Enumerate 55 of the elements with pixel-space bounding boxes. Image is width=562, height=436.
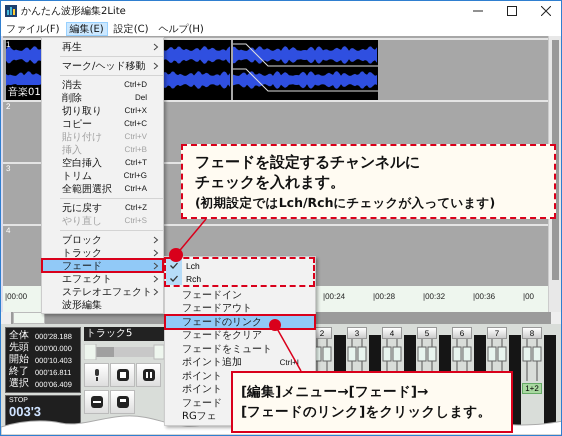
clip-name: 音楽01 bbox=[8, 84, 41, 99]
menu-item[interactable]: コピー Ctrl+C bbox=[42, 117, 163, 130]
menu-item[interactable]: Rch bbox=[166, 272, 313, 285]
menu-item[interactable]: 波形編集 bbox=[42, 298, 163, 311]
menu-item[interactable]: エフェクト bbox=[42, 272, 163, 285]
menu-item[interactable]: 消去 Ctrl+D bbox=[42, 78, 163, 91]
channel-number: 4 bbox=[382, 327, 402, 339]
menu-bar-item[interactable]: 編集(E) bbox=[66, 22, 108, 36]
info-label: 先頭 bbox=[9, 342, 30, 354]
menu-item[interactable]: フェードイン bbox=[165, 288, 315, 302]
callout-text: フェードを設定するチャンネルに チェックを入れます。 bbox=[195, 152, 421, 192]
menu-item[interactable]: 元に戻す Ctrl+Z bbox=[42, 201, 163, 214]
track-number: 2 bbox=[6, 102, 10, 111]
menu-item[interactable]: 空白挿入 Ctrl+T bbox=[42, 156, 163, 169]
info-label: 選択 bbox=[9, 378, 30, 390]
window-title: かんたん波形編集2Lite bbox=[21, 4, 127, 18]
menu-item[interactable]: 全範囲選択 Ctrl+A bbox=[42, 182, 163, 195]
channel-number: 3 bbox=[347, 327, 367, 339]
channel-number: 5 bbox=[417, 327, 437, 339]
menu-item[interactable]: 切り取り Ctrl+X bbox=[42, 104, 163, 117]
info-label: 終了 bbox=[9, 366, 30, 378]
menu-item[interactable]: フェードアウト bbox=[165, 302, 315, 315]
menu-item-label: Lch bbox=[186, 260, 200, 270]
channel-number: 7 bbox=[487, 327, 507, 339]
ruler-label: |00:32 bbox=[423, 292, 446, 301]
menu-item[interactable]: 削除 Del bbox=[42, 91, 163, 104]
track-number: 3 bbox=[6, 164, 10, 173]
menu-bar-item[interactable]: ファイル(F) bbox=[2, 22, 64, 36]
info-label: 全体 bbox=[9, 330, 30, 342]
menu-item[interactable]: マーク/ヘッド移動 bbox=[42, 59, 163, 72]
menu-item[interactable]: ステレオエフェクト bbox=[42, 285, 163, 298]
ruler-label: |00:00 bbox=[5, 292, 28, 301]
track-number: 1 bbox=[6, 40, 10, 49]
time-readout: 003'3 bbox=[9, 404, 42, 419]
ruler-label: |00:28 bbox=[373, 292, 396, 301]
callout-note: (初期設定ではLch/Rchにチェックが入っています) bbox=[195, 194, 496, 212]
menu-item-label: Rch bbox=[186, 274, 202, 284]
menu-bar-item[interactable]: ヘルプ(H) bbox=[154, 22, 208, 36]
channel-mode-label: 1+2 bbox=[522, 383, 542, 394]
ruler-label: |00:24 bbox=[323, 292, 346, 301]
menu-item[interactable]: フェードのリンク bbox=[165, 315, 315, 328]
menu-item[interactable]: トラック bbox=[42, 246, 163, 259]
menu-item[interactable]: フェード bbox=[42, 259, 163, 272]
callout-text: [編集]メニュー→[フェード]→ [フェードのリンク]をクリックします。 bbox=[241, 383, 492, 422]
ruler-label: |00:36 bbox=[473, 292, 496, 301]
menu-item[interactable]: 再生 bbox=[42, 40, 163, 53]
menu-item[interactable]: ブロック bbox=[42, 233, 163, 246]
menu-item[interactable]: トリム Ctrl+G bbox=[42, 169, 163, 182]
ruler-label: |00 bbox=[523, 292, 534, 301]
info-label: 開始 bbox=[9, 354, 30, 366]
track-number: 4 bbox=[6, 226, 10, 235]
channel-number: 8 bbox=[522, 327, 542, 339]
menu-item[interactable]: フェードをミュート bbox=[165, 342, 315, 356]
menu-bar-item[interactable]: 設定(C) bbox=[110, 22, 152, 36]
channel-number: 6 bbox=[452, 327, 472, 339]
